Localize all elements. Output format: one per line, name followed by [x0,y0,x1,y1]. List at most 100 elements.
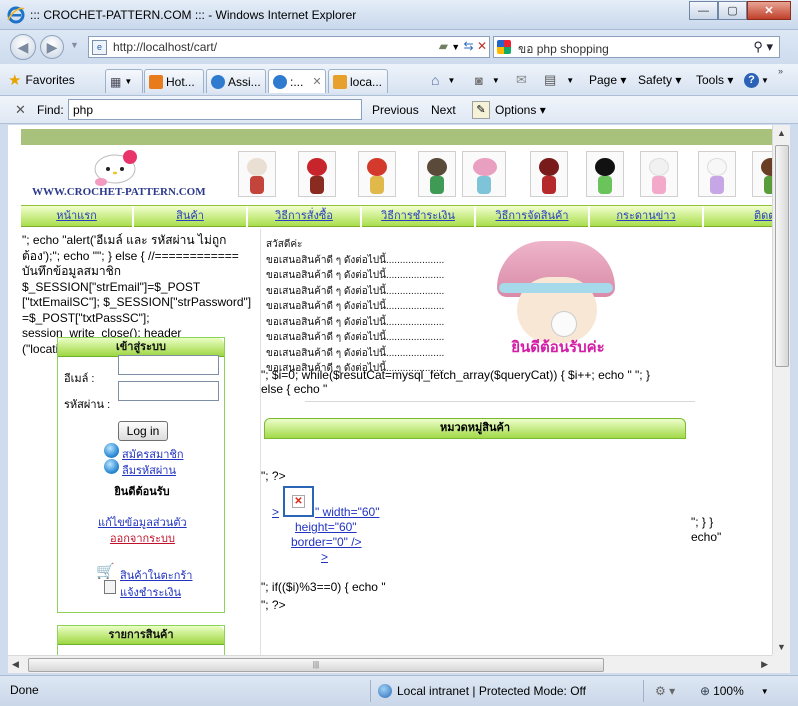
forward-button[interactable]: ▶ [40,35,64,59]
page-icon: e [92,40,107,55]
address-bar[interactable]: e http://localhost/cart/ ▰ ▼ ⇆ ✕ [88,36,490,58]
home-icon: ⌂ [431,72,440,88]
status-text: Done [10,683,39,697]
print-button[interactable]: ▤ ▼ [544,70,574,90]
recent-pages-dropdown-icon[interactable]: ▼ [70,40,79,50]
vertical-scrollbar[interactable]: ▲ ▼ [772,125,790,655]
product-link-fragment[interactable]: > [321,550,328,564]
google-icon [497,40,511,54]
menu-products[interactable]: สินค้า [134,206,248,227]
menu-shipping-methods[interactable]: วิธีการจัดสินค้า [476,206,590,227]
star-icon: ★ [8,72,22,89]
tab-active[interactable]: :... ✕ [268,69,326,93]
address-controls: ▰ ▼ ⇆ ✕ [439,39,487,53]
tab-list-dropdown-icon[interactable]: ▼ [124,77,132,86]
overflow-chevron-icon[interactable]: » [778,66,783,76]
find-options-button[interactable]: ✎ Options ▾ [472,99,546,120]
protected-mode-icon[interactable]: ⚙ ▾ [655,684,675,698]
compatibility-view-icon[interactable]: ▰ [439,39,448,53]
close-find-bar-icon[interactable]: ✕ [15,102,26,118]
logout-link[interactable]: ออกจากระบบ [110,529,175,547]
product-link-fragment[interactable]: > [272,505,279,519]
left-column: "; echo "alert('อีเมล์ และ รหัสผ่าน ไม่ถ… [21,229,261,655]
tab-localhost[interactable]: loca... [328,69,388,93]
address-url[interactable]: http://localhost/cart/ [113,40,217,54]
page-viewport: WWW.CROCHET-PATTERN.COM หน้าแรก สินค้า ว… [8,125,772,655]
refresh-icon[interactable]: ⇆ [464,39,474,53]
page-menu[interactable]: Page ▾ [589,70,626,90]
help-dropdown-icon[interactable]: ▼ [761,76,769,85]
feeds-dropdown-icon[interactable]: ▼ [492,76,500,85]
scroll-right-arrow-icon[interactable]: ▶ [761,659,768,670]
find-next-button[interactable]: Next [431,103,456,117]
tab-label: Hot... [166,74,195,89]
scroll-up-arrow-icon[interactable]: ▲ [777,128,786,138]
find-input[interactable]: php [68,99,362,120]
email-field[interactable] [118,355,219,375]
maximize-button[interactable]: ▢ [718,1,747,20]
feeds-button[interactable]: ◙ ▼ [475,70,500,90]
horizontal-scroll-thumb[interactable]: ||| [28,658,604,672]
favorites-button[interactable]: ★ Favorites [8,70,75,90]
safety-menu-label: Safety ▾ [638,73,682,87]
product-link-fragment[interactable]: border="0" /> [291,535,362,549]
doll-bear [551,311,577,337]
back-arrow-icon: ◀ [17,38,29,55]
home-button[interactable]: ⌂ ▼ [431,70,455,90]
internet-explorer-icon [7,6,25,24]
password-field[interactable] [118,381,219,401]
zoom-dropdown-icon[interactable]: ▼ [761,687,769,696]
menu-home[interactable]: หน้าแรก [21,206,134,227]
security-zone[interactable]: Local intranet | Protected Mode: Off [378,681,586,701]
header-stripe [21,129,772,145]
doll-thumbnail [238,151,276,197]
menu-how-to-order[interactable]: วิธีการสั่งซื้อ [248,206,362,227]
search-box[interactable]: ขอ php shopping ⚲ ▾ [493,36,780,58]
quick-tabs-button[interactable]: ▦ ▼ [105,69,143,93]
minimize-button[interactable]: — [689,1,718,20]
find-options-label: Options ▾ [495,102,546,117]
stop-icon[interactable]: ✕ [477,39,487,53]
find-previous-button[interactable]: Previous [372,103,419,117]
vertical-scroll-thumb[interactable] [775,145,789,367]
broken-image[interactable]: ✕ [283,486,314,517]
horizontal-scrollbar[interactable]: ◀ ||| ▶ [8,655,772,673]
read-mail-button[interactable]: ✉ [516,70,527,90]
home-dropdown-icon[interactable]: ▼ [447,76,455,85]
main-content: สวัสดีค่ะ ขอเสนอสินค้าดี ๆ ดังต่อไปนี้..… [261,229,772,655]
doll-ribbon [499,283,613,293]
login-button[interactable]: Log in [118,421,168,441]
safety-menu[interactable]: Safety ▾ [638,70,681,90]
cart-link[interactable]: สินค้าในตะกร้า [120,566,192,584]
scroll-down-arrow-icon[interactable]: ▼ [777,642,786,652]
doll-thumbnail [358,151,396,197]
product-link-fragment[interactable]: " width="60" [315,505,379,519]
forgot-password-link[interactable]: ลืมรหัสผ่าน [122,461,176,479]
payment-notify-link[interactable]: แจ้งชำระเงิน [120,583,181,601]
tools-menu[interactable]: Tools ▾ [696,70,733,90]
welcome-doll-image: ยินดีต้อนรับค่ะ [493,237,623,357]
close-window-button[interactable]: ✕ [747,1,791,20]
zoom-control[interactable]: ⊕ 100% ▼ [700,681,769,701]
highlight-pencil-icon[interactable]: ✎ [472,100,490,119]
close-tab-icon[interactable]: ✕ [312,75,321,88]
product-link-fragment[interactable]: height="60" [295,520,357,534]
offer-line: ขอเสนอสินค้าดี ๆ ดังต่อไปนี้............… [266,332,445,343]
menu-payment-methods[interactable]: วิธีการชำระเงิน [362,206,476,227]
search-text[interactable]: ขอ php shopping [518,40,609,59]
scroll-left-arrow-icon[interactable]: ◀ [12,659,19,670]
site-logo[interactable]: WWW.CROCHET-PATTERN.COM [28,149,206,201]
tab-hotmail[interactable]: Hot... [144,69,204,93]
welcome-banner-text: ยินดีต้อนรับค่ะ [511,338,605,356]
globe-icon [378,684,392,698]
print-dropdown-icon[interactable]: ▼ [566,76,574,85]
raw-php-close: "; ?> [261,469,286,483]
menu-contact[interactable]: ติดต่อเรา [704,206,772,227]
tab-assi[interactable]: Assi... [206,69,266,93]
help-button[interactable]: ? ▼ [744,70,769,90]
back-button[interactable]: ◀ [10,34,36,60]
offer-line: ขอเสนอสินค้าดี ๆ ดังต่อไปนี้............… [266,254,445,266]
address-dropdown-icon[interactable]: ▼ [451,42,460,52]
menu-webboard[interactable]: กระดานข่าว [590,206,704,227]
search-icon[interactable]: ⚲ ▾ [753,39,773,55]
